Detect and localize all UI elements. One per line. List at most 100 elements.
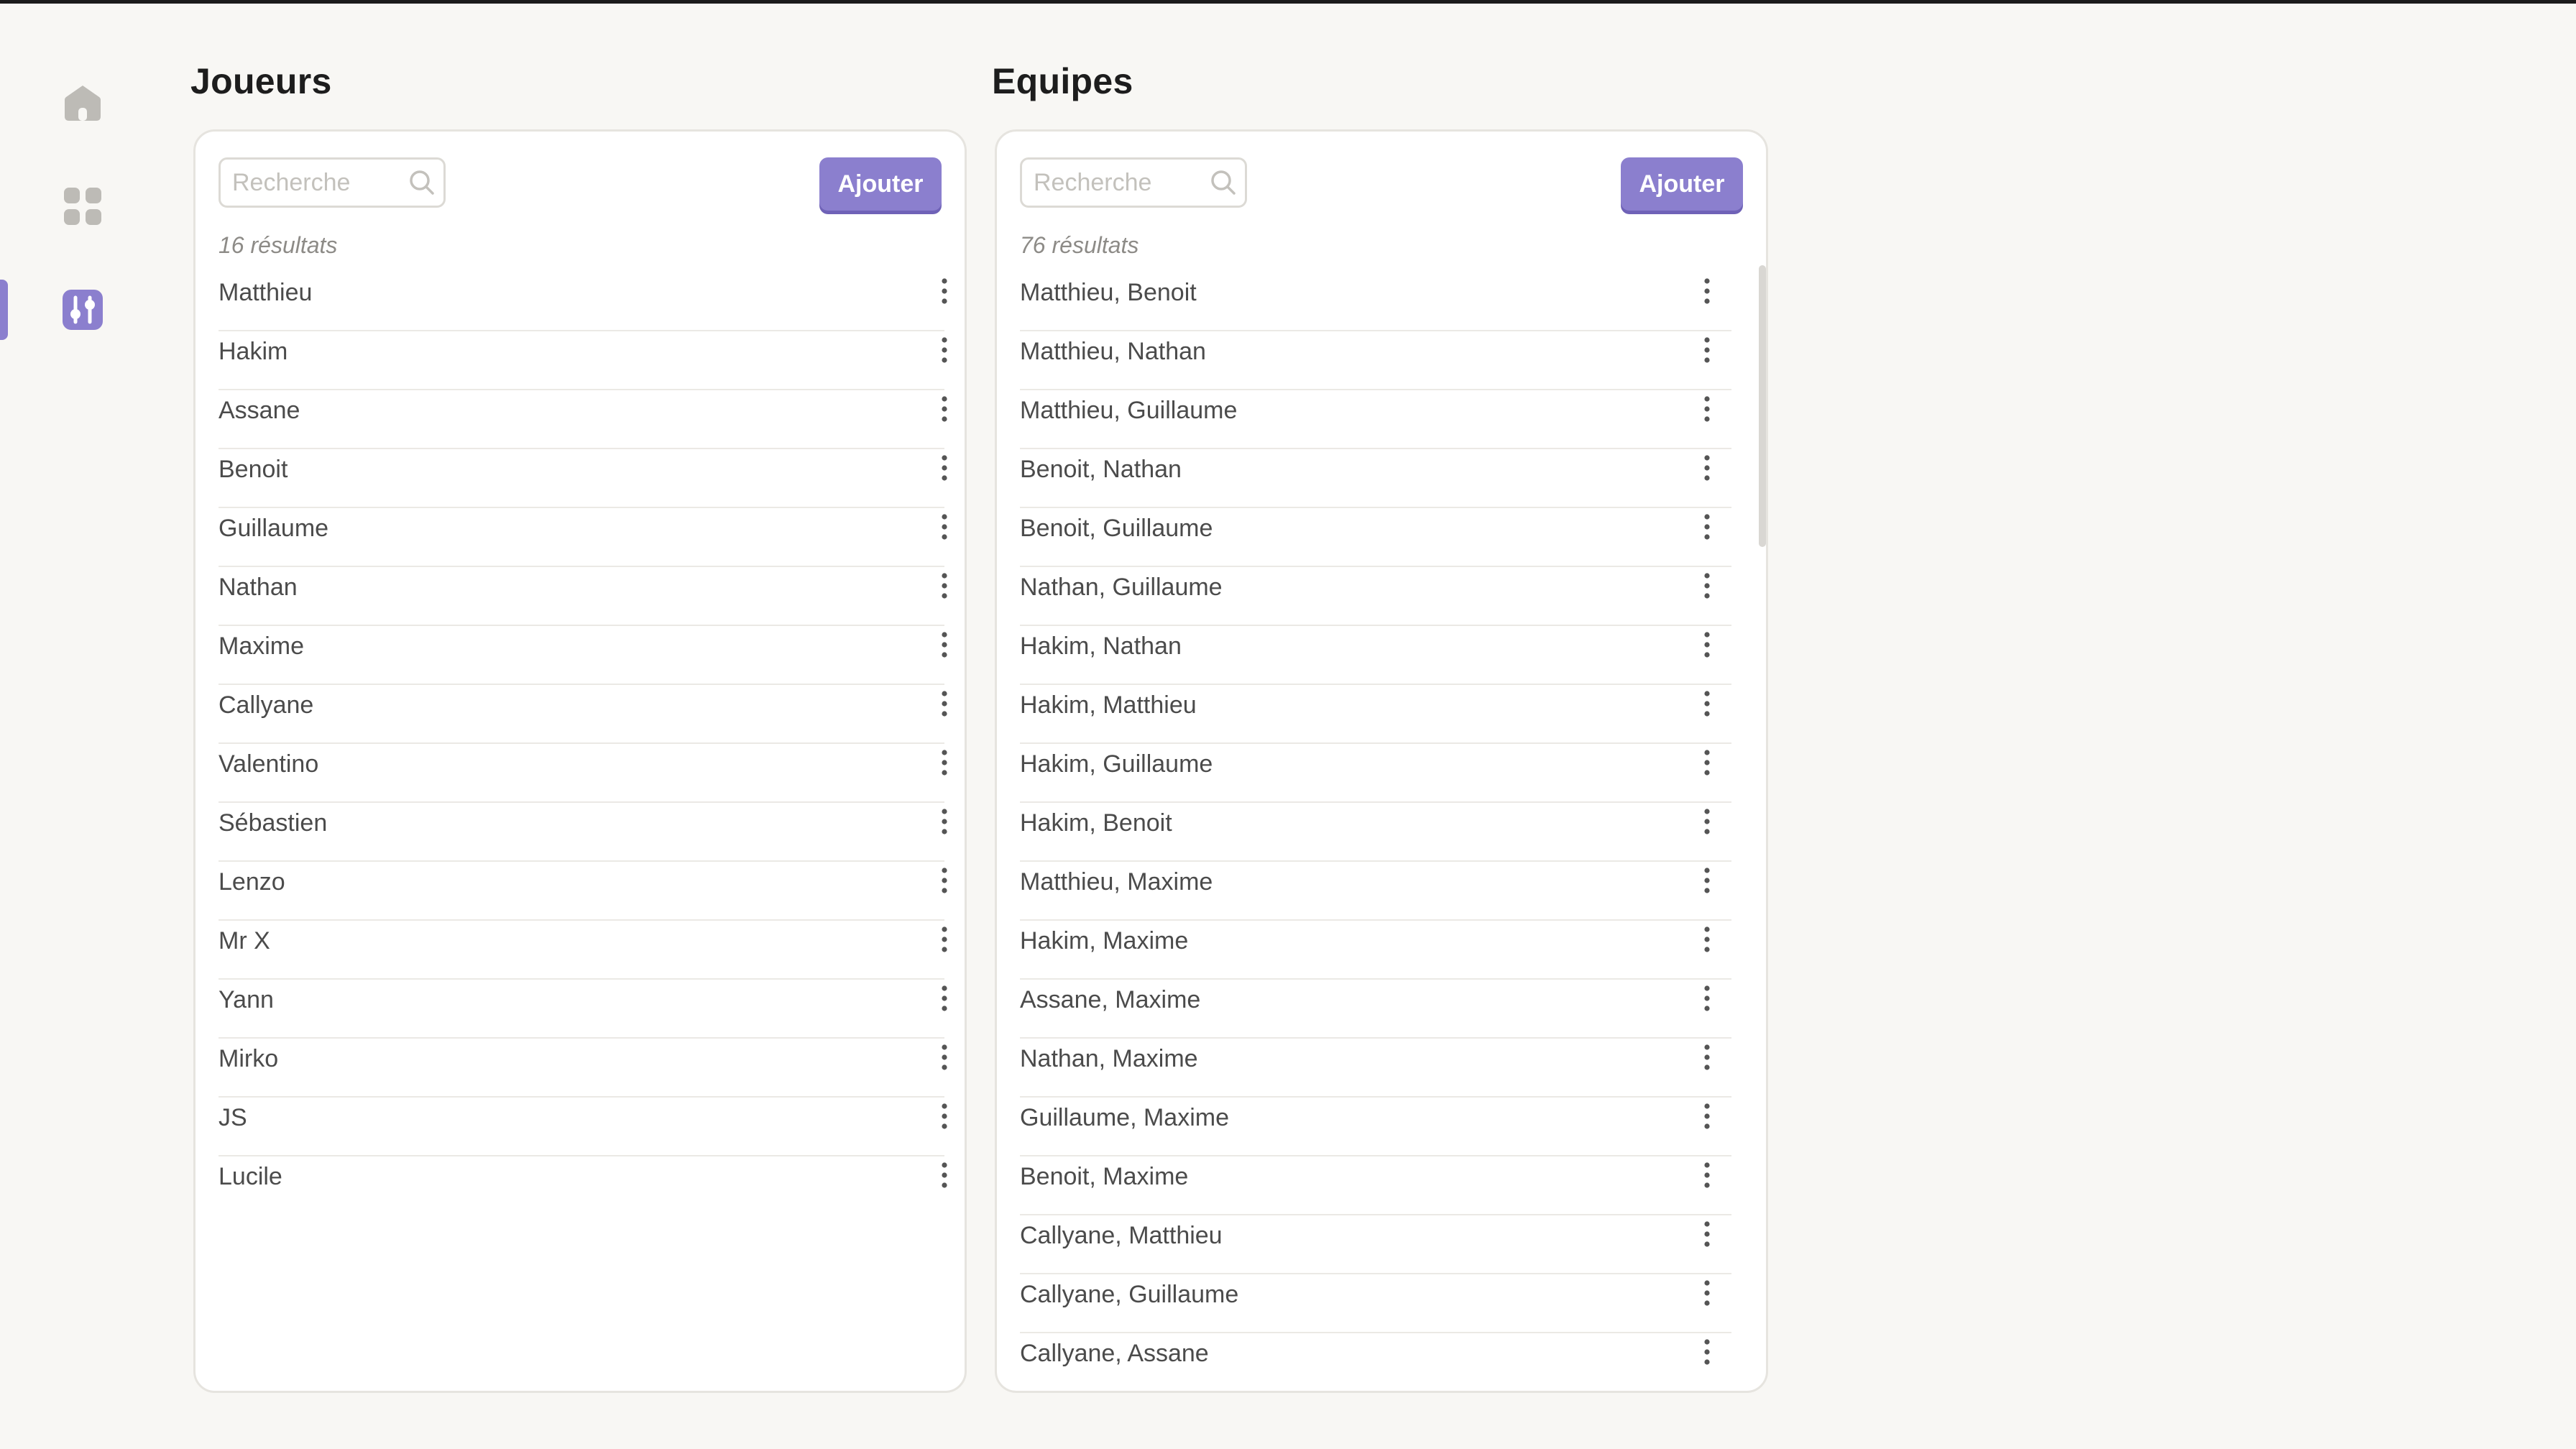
more-options-icon[interactable] — [1693, 626, 1721, 663]
list-item[interactable]: Maxime — [218, 626, 947, 685]
sidebar-item-settings[interactable] — [58, 285, 108, 335]
list-item[interactable]: Nathan, Maxime — [1020, 1039, 1731, 1098]
more-options-icon[interactable] — [930, 449, 959, 487]
more-options-icon[interactable] — [1693, 272, 1721, 310]
more-options-icon[interactable] — [930, 331, 959, 369]
more-options-icon[interactable] — [1693, 1274, 1721, 1312]
more-options-icon[interactable] — [930, 685, 959, 722]
teams-search-input[interactable] — [1034, 160, 1199, 206]
team-name: Benoit, Maxime — [1020, 1163, 1189, 1190]
players-list: Matthieu Hakim Assane Benoit Guillaume N… — [218, 272, 947, 1215]
more-options-icon[interactable] — [930, 1098, 959, 1135]
list-item[interactable]: Benoit, Maxime — [1020, 1156, 1731, 1215]
list-item[interactable]: Hakim, Benoit — [1020, 803, 1731, 862]
list-item[interactable]: Benoit, Guillaume — [1020, 508, 1731, 567]
more-options-icon[interactable] — [930, 980, 959, 1017]
list-item[interactable]: Hakim, Guillaume — [1020, 744, 1731, 803]
list-item[interactable]: Guillaume — [218, 508, 947, 567]
list-item[interactable]: Assane — [218, 390, 947, 449]
sidebar-item-home[interactable] — [58, 78, 108, 128]
list-item[interactable]: Matthieu, Nathan — [1020, 331, 1731, 390]
player-name: Maxime — [218, 632, 305, 660]
team-name: Matthieu, Guillaume — [1020, 397, 1238, 424]
player-name: Mr X — [218, 927, 270, 954]
more-options-icon[interactable] — [930, 1156, 959, 1194]
more-options-icon[interactable] — [1693, 1156, 1721, 1194]
more-options-icon[interactable] — [1693, 390, 1721, 428]
more-options-icon[interactable] — [930, 744, 959, 781]
team-name: Benoit, Nathan — [1020, 456, 1182, 483]
list-item[interactable]: Nathan, Guillaume — [1020, 567, 1731, 626]
list-item[interactable]: Hakim, Maxime — [1020, 921, 1731, 980]
list-item[interactable]: Hakim — [218, 331, 947, 390]
list-item[interactable]: Benoit, Nathan — [1020, 449, 1731, 508]
teams-scrollbar[interactable] — [1759, 265, 1766, 547]
list-item[interactable]: Lucile — [218, 1156, 947, 1215]
list-item[interactable]: Mirko — [218, 1039, 947, 1098]
list-item[interactable]: Matthieu, Guillaume — [1020, 390, 1731, 449]
player-name: Sébastien — [218, 809, 328, 837]
more-options-icon[interactable] — [1693, 744, 1721, 781]
list-item[interactable]: Callyane, Assane — [1020, 1333, 1731, 1391]
player-name: Lenzo — [218, 868, 285, 896]
team-name: Matthieu, Maxime — [1020, 868, 1213, 896]
more-options-icon[interactable] — [930, 508, 959, 546]
more-options-icon[interactable] — [1693, 921, 1721, 958]
active-nav-indicator — [0, 280, 8, 340]
list-item[interactable]: Callyane, Guillaume — [1020, 1274, 1731, 1333]
list-item[interactable]: Nathan — [218, 567, 947, 626]
search-icon[interactable] — [1209, 168, 1238, 197]
more-options-icon[interactable] — [930, 862, 959, 899]
more-options-icon[interactable] — [1693, 1333, 1721, 1371]
list-item[interactable]: Matthieu, Maxime — [1020, 862, 1731, 921]
add-team-button[interactable]: Ajouter — [1621, 157, 1743, 211]
player-name: Benoit — [218, 456, 288, 483]
more-options-icon[interactable] — [930, 1039, 959, 1076]
teams-search — [1020, 157, 1247, 208]
players-search — [218, 157, 446, 208]
more-options-icon[interactable] — [1693, 803, 1721, 840]
more-options-icon[interactable] — [930, 272, 959, 310]
more-options-icon[interactable] — [1693, 1039, 1721, 1076]
list-item[interactable]: Callyane — [218, 685, 947, 744]
team-name: Callyane, Matthieu — [1020, 1222, 1223, 1249]
more-options-icon[interactable] — [930, 567, 959, 604]
list-item[interactable]: Yann — [218, 980, 947, 1039]
more-options-icon[interactable] — [930, 626, 959, 663]
more-options-icon[interactable] — [1693, 1098, 1721, 1135]
search-icon[interactable] — [408, 168, 436, 197]
more-options-icon[interactable] — [930, 921, 959, 958]
list-item[interactable]: Hakim, Matthieu — [1020, 685, 1731, 744]
more-options-icon[interactable] — [1693, 862, 1721, 899]
more-options-icon[interactable] — [1693, 980, 1721, 1017]
list-item[interactable]: JS — [218, 1098, 947, 1156]
more-options-icon[interactable] — [1693, 449, 1721, 487]
more-options-icon[interactable] — [930, 803, 959, 840]
player-name: JS — [218, 1104, 247, 1131]
list-item[interactable]: Guillaume, Maxime — [1020, 1098, 1731, 1156]
more-options-icon[interactable] — [1693, 567, 1721, 604]
list-item[interactable]: Benoit — [218, 449, 947, 508]
team-name: Matthieu, Nathan — [1020, 338, 1206, 365]
more-options-icon[interactable] — [1693, 685, 1721, 722]
player-name: Matthieu — [218, 279, 313, 306]
sidebar-item-grid[interactable] — [58, 181, 108, 231]
more-options-icon[interactable] — [1693, 508, 1721, 546]
list-item[interactable]: Hakim, Nathan — [1020, 626, 1731, 685]
list-item[interactable]: Mr X — [218, 921, 947, 980]
list-item[interactable]: Valentino — [218, 744, 947, 803]
teams-list: Matthieu, Benoit Matthieu, Nathan Matthi… — [1020, 272, 1731, 1391]
players-search-input[interactable] — [232, 160, 397, 206]
list-item[interactable]: Matthieu, Benoit — [1020, 272, 1731, 331]
list-item[interactable]: Lenzo — [218, 862, 947, 921]
list-item[interactable]: Sébastien — [218, 803, 947, 862]
more-options-icon[interactable] — [930, 390, 959, 428]
list-item[interactable]: Matthieu — [218, 272, 947, 331]
more-options-icon[interactable] — [1693, 331, 1721, 369]
more-options-icon[interactable] — [1693, 1215, 1721, 1253]
add-player-button[interactable]: Ajouter — [819, 157, 942, 211]
team-name: Callyane, Assane — [1020, 1340, 1209, 1367]
team-name: Nathan, Guillaume — [1020, 574, 1223, 601]
list-item[interactable]: Assane, Maxime — [1020, 980, 1731, 1039]
list-item[interactable]: Callyane, Matthieu — [1020, 1215, 1731, 1274]
